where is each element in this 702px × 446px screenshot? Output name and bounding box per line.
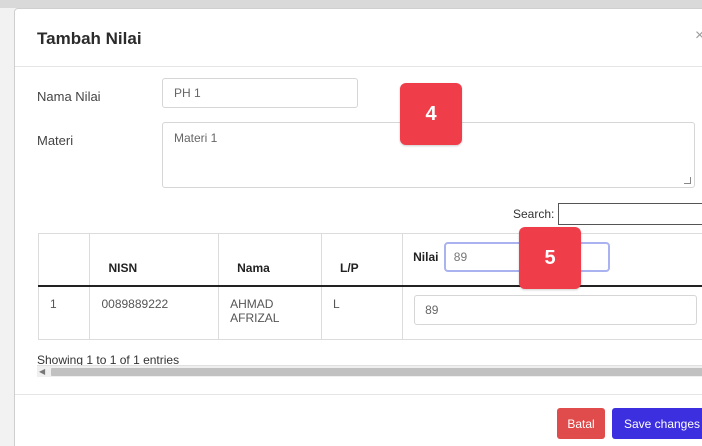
nama-nilai-label: Nama Nilai [37,89,101,104]
col-lp-header: L/P [321,233,404,287]
backdrop-strip [0,0,702,8]
modal-header: Tambah Nilai × [15,9,702,67]
modal-title: Tambah Nilai [37,29,142,48]
table-row: 1 0089889222 AHMAD AFRIZAL L 89 [37,285,702,340]
col-nisn-header: NISN [89,233,220,287]
row-nama-line1: AHMAD [230,296,274,311]
horizontal-scrollbar[interactable]: ◀ ▶ [37,365,702,377]
close-icon[interactable]: × [695,27,702,45]
materi-value: Materi 1 [174,131,218,145]
nama-nilai-input[interactable]: PH 1 [162,78,358,108]
annotation-badge-4: 4 [400,83,462,145]
annotation-badge-5: 5 [519,227,581,289]
row-lp: L [321,285,404,340]
row-nisn: 0089889222 [89,285,220,340]
search-input[interactable] [558,203,702,225]
row-nilai-input[interactable]: 89 [414,294,698,325]
col-no-header [37,233,91,287]
row-nama-line2: AFRIZAL [230,310,280,325]
resize-grip-icon[interactable] [684,177,691,184]
row-nilai: 89 [402,285,702,340]
scroll-thumb[interactable] [51,368,702,376]
add-score-modal: Tambah Nilai × Nama Nilai PH 1 Materi Ma… [14,8,702,446]
row-no: 1 [37,285,91,340]
scroll-left-icon[interactable]: ◀ [39,366,45,378]
footer-divider [15,394,702,395]
nama-nilai-value: PH 1 [174,86,201,100]
students-table: NISN Nama L/P Nilai 89 1 0089889222 AHMA… [37,233,702,340]
search-label: Search: [513,207,555,221]
row-nama: AHMAD AFRIZAL [218,285,323,340]
materi-label: Materi [37,133,74,148]
nilai-header-label: Nilai [413,250,439,264]
col-nama-header: Nama [218,233,323,287]
save-changes-button[interactable]: Save changes [612,408,702,439]
cancel-button[interactable]: Batal [557,408,605,439]
